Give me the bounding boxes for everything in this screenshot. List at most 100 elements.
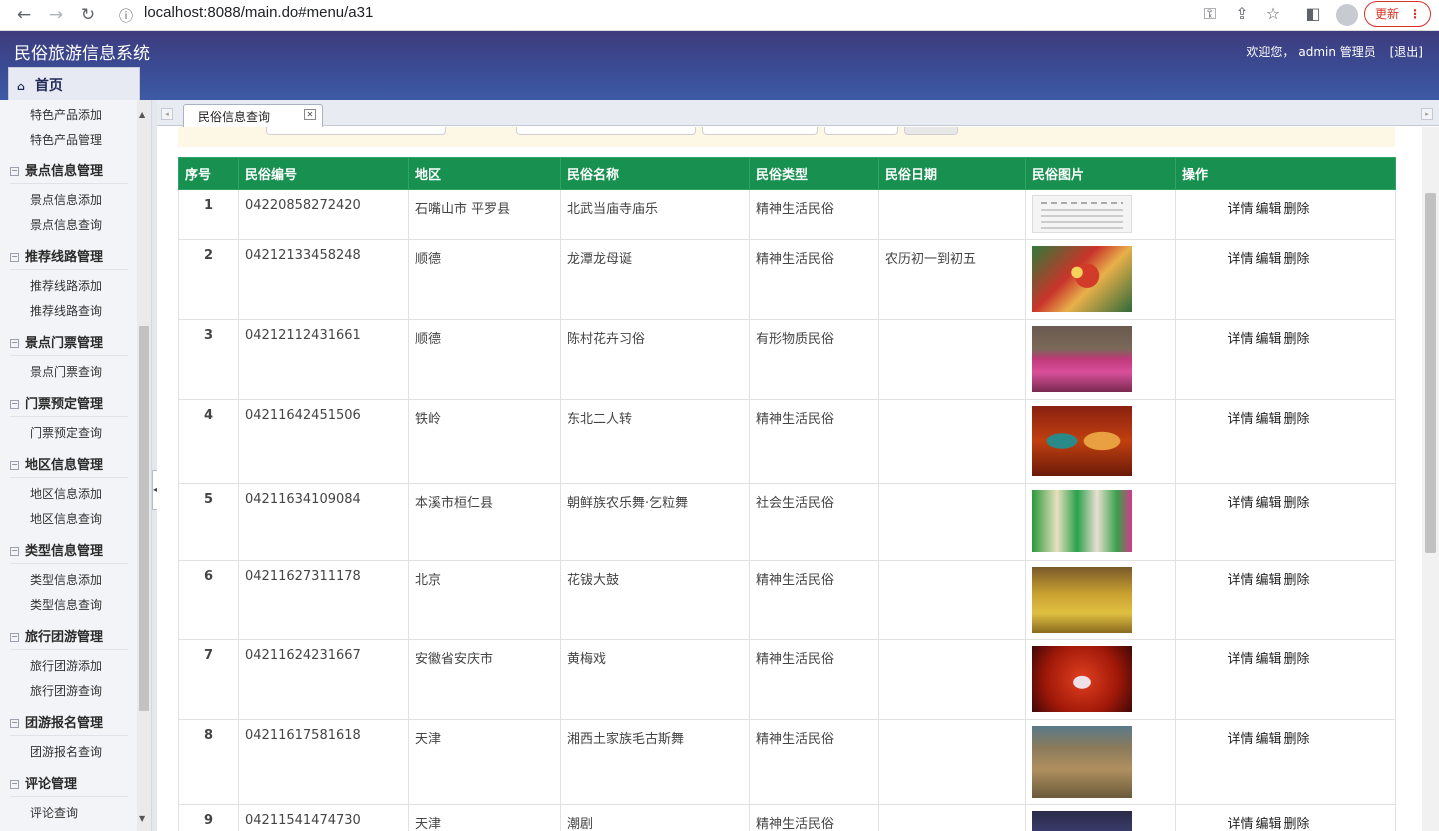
site-info-icon[interactable]: ⓘ xyxy=(119,6,133,26)
sidebar-item[interactable]: 旅行团游添加 xyxy=(30,657,102,674)
update-button[interactable]: 更新 ⋮ xyxy=(1364,1,1431,27)
tab-scroll-right-icon[interactable]: ▸ xyxy=(1421,108,1433,120)
sidebar-group[interactable]: − 团游报名管理 xyxy=(10,712,128,736)
sidebar-item[interactable]: 类型信息添加 xyxy=(30,571,102,588)
sidebar-group[interactable]: − 推荐线路管理 xyxy=(10,246,128,270)
profile-avatar[interactable] xyxy=(1336,4,1358,26)
sidebar-item[interactable]: 旅行团游查询 xyxy=(30,682,102,699)
folk-thumbnail[interactable] xyxy=(1032,811,1132,831)
folk-thumbnail[interactable] xyxy=(1032,490,1132,552)
search-input-name[interactable] xyxy=(516,127,696,135)
sidebar-group[interactable]: − 评论管理 xyxy=(10,773,128,797)
sidebar-scrollbar[interactable]: ▲ ▼ xyxy=(137,100,151,831)
table-row: 8 04211617581618 天津 湘西土家族毛古斯舞 精神生活民俗 详情 编辑 删除 xyxy=(178,719,1396,805)
folk-thumbnail[interactable] xyxy=(1032,406,1132,476)
detail-link[interactable]: 详情 xyxy=(1227,252,1253,267)
sidebar-item[interactable]: 团游报名查询 xyxy=(30,743,102,760)
reload-icon[interactable]: ↻ xyxy=(78,5,98,25)
folk-type-cell: 精神生活民俗 xyxy=(749,639,879,720)
edit-link[interactable]: 编辑 xyxy=(1255,412,1281,427)
edit-link[interactable]: 编辑 xyxy=(1255,252,1281,267)
back-icon[interactable]: ← xyxy=(14,5,34,25)
key-icon[interactable]: ⚿ xyxy=(1200,4,1220,24)
home-tab[interactable]: ⌂ 首页 xyxy=(8,67,140,100)
edit-link[interactable]: 编辑 xyxy=(1255,732,1281,747)
folk-table: 序号 民俗编号 地区 民俗名称 民俗类型 民俗日期 民俗图片 操作 1 042208582724… xyxy=(178,157,1396,831)
sidebar-group[interactable]: − 景点信息管理 xyxy=(10,160,128,184)
delete-link[interactable]: 删除 xyxy=(1284,202,1310,217)
tab-scroll-left-icon[interactable]: ◂ xyxy=(161,108,173,120)
scroll-up-icon[interactable]: ▲ xyxy=(139,110,145,119)
delete-link[interactable]: 删除 xyxy=(1284,652,1310,667)
star-icon[interactable]: ☆ xyxy=(1263,4,1283,23)
detail-link[interactable]: 详情 xyxy=(1227,817,1253,831)
edit-link[interactable]: 编辑 xyxy=(1255,496,1281,511)
region-cell: 北京 xyxy=(408,560,561,640)
delete-link[interactable]: 删除 xyxy=(1284,496,1310,511)
sidebar-item[interactable]: 评论查询 xyxy=(30,804,78,821)
delete-link[interactable]: 删除 xyxy=(1284,252,1310,267)
delete-link[interactable]: 删除 xyxy=(1284,732,1310,747)
sidebar-group[interactable]: − 旅行团游管理 xyxy=(10,626,128,650)
search-input-code[interactable] xyxy=(266,127,446,135)
content-scroll-thumb[interactable] xyxy=(1425,193,1436,553)
search-select-type[interactable] xyxy=(702,127,818,135)
sidebar-group[interactable]: − 类型信息管理 xyxy=(10,540,128,564)
detail-link[interactable]: 详情 xyxy=(1227,496,1253,511)
delete-link[interactable]: 删除 xyxy=(1284,817,1310,831)
sidebar-scroll-thumb[interactable] xyxy=(139,326,149,711)
edit-link[interactable]: 编辑 xyxy=(1255,817,1281,831)
sidebar-item[interactable]: 推荐线路添加 xyxy=(30,277,102,294)
folk-thumbnail[interactable] xyxy=(1032,646,1132,712)
folk-type-cell: 精神生活民俗 xyxy=(749,560,879,640)
folk-thumbnail[interactable] xyxy=(1032,726,1132,798)
edit-link[interactable]: 编辑 xyxy=(1255,573,1281,588)
sidebar-item[interactable]: 特色产品添加 xyxy=(30,106,102,123)
folk-thumbnail[interactable] xyxy=(1032,567,1132,633)
logout-link[interactable]: [退出] xyxy=(1390,45,1423,59)
folk-date-cell xyxy=(878,189,1026,240)
sidebar-item[interactable]: 门票预定查询 xyxy=(30,424,102,441)
detail-link[interactable]: 详情 xyxy=(1227,332,1253,347)
edit-link[interactable]: 编辑 xyxy=(1255,202,1281,217)
actions-cell: 详情 编辑 删除 xyxy=(1175,483,1396,561)
tab-label: 民俗信息查询 xyxy=(198,110,271,124)
scroll-down-icon[interactable]: ▼ xyxy=(139,814,145,823)
sidebar-item[interactable]: 景点信息查询 xyxy=(30,216,102,233)
sidebar-item[interactable]: 推荐线路查询 xyxy=(30,302,102,319)
detail-link[interactable]: 详情 xyxy=(1227,412,1253,427)
sidebar-item[interactable]: 特色产品管理 xyxy=(30,131,102,148)
sidebar-group[interactable]: − 景点门票管理 xyxy=(10,332,128,356)
edit-link[interactable]: 编辑 xyxy=(1255,652,1281,667)
sidebar-group[interactable]: − 门票预定管理 xyxy=(10,393,128,417)
share-icon[interactable]: ⇪ xyxy=(1232,4,1252,23)
row-index-cell: 8 xyxy=(178,719,239,805)
sidebar-group-label: 团游报名管理 xyxy=(25,716,104,731)
edit-link[interactable]: 编辑 xyxy=(1255,332,1281,347)
close-icon[interactable]: ✕ xyxy=(304,109,316,120)
sidebar-item[interactable]: 景点信息添加 xyxy=(30,191,102,208)
delete-link[interactable]: 删除 xyxy=(1284,573,1310,588)
folk-thumbnail[interactable] xyxy=(1032,326,1132,392)
sidebar-group[interactable]: − 地区信息管理 xyxy=(10,454,128,478)
folk-thumbnail[interactable] xyxy=(1032,195,1132,233)
content-scrollbar[interactable] xyxy=(1422,127,1439,831)
delete-link[interactable]: 删除 xyxy=(1284,332,1310,347)
delete-link[interactable]: 删除 xyxy=(1284,412,1310,427)
row-index-cell: 7 xyxy=(178,639,239,720)
search-button[interactable] xyxy=(904,127,958,135)
detail-link[interactable]: 详情 xyxy=(1227,573,1253,588)
sidebar-item[interactable]: 类型信息查询 xyxy=(30,596,102,613)
detail-link[interactable]: 详情 xyxy=(1227,202,1253,217)
detail-link[interactable]: 详情 xyxy=(1227,652,1253,667)
search-select-region[interactable] xyxy=(824,127,898,135)
detail-link[interactable]: 详情 xyxy=(1227,732,1253,747)
forward-icon[interactable]: → xyxy=(46,5,66,25)
sidebar-item[interactable]: 地区信息添加 xyxy=(30,485,102,502)
sidebar-item[interactable]: 景点门票查询 xyxy=(30,363,102,380)
side-panel-icon[interactable]: ◧ xyxy=(1303,4,1323,23)
sidebar-item[interactable]: 地区信息查询 xyxy=(30,510,102,527)
tab-folk-query[interactable]: 民俗信息查询 ✕ xyxy=(183,104,323,127)
address-bar[interactable]: localhost:8088/main.do#menu/a31 xyxy=(144,4,373,21)
folk-thumbnail[interactable] xyxy=(1032,246,1132,312)
